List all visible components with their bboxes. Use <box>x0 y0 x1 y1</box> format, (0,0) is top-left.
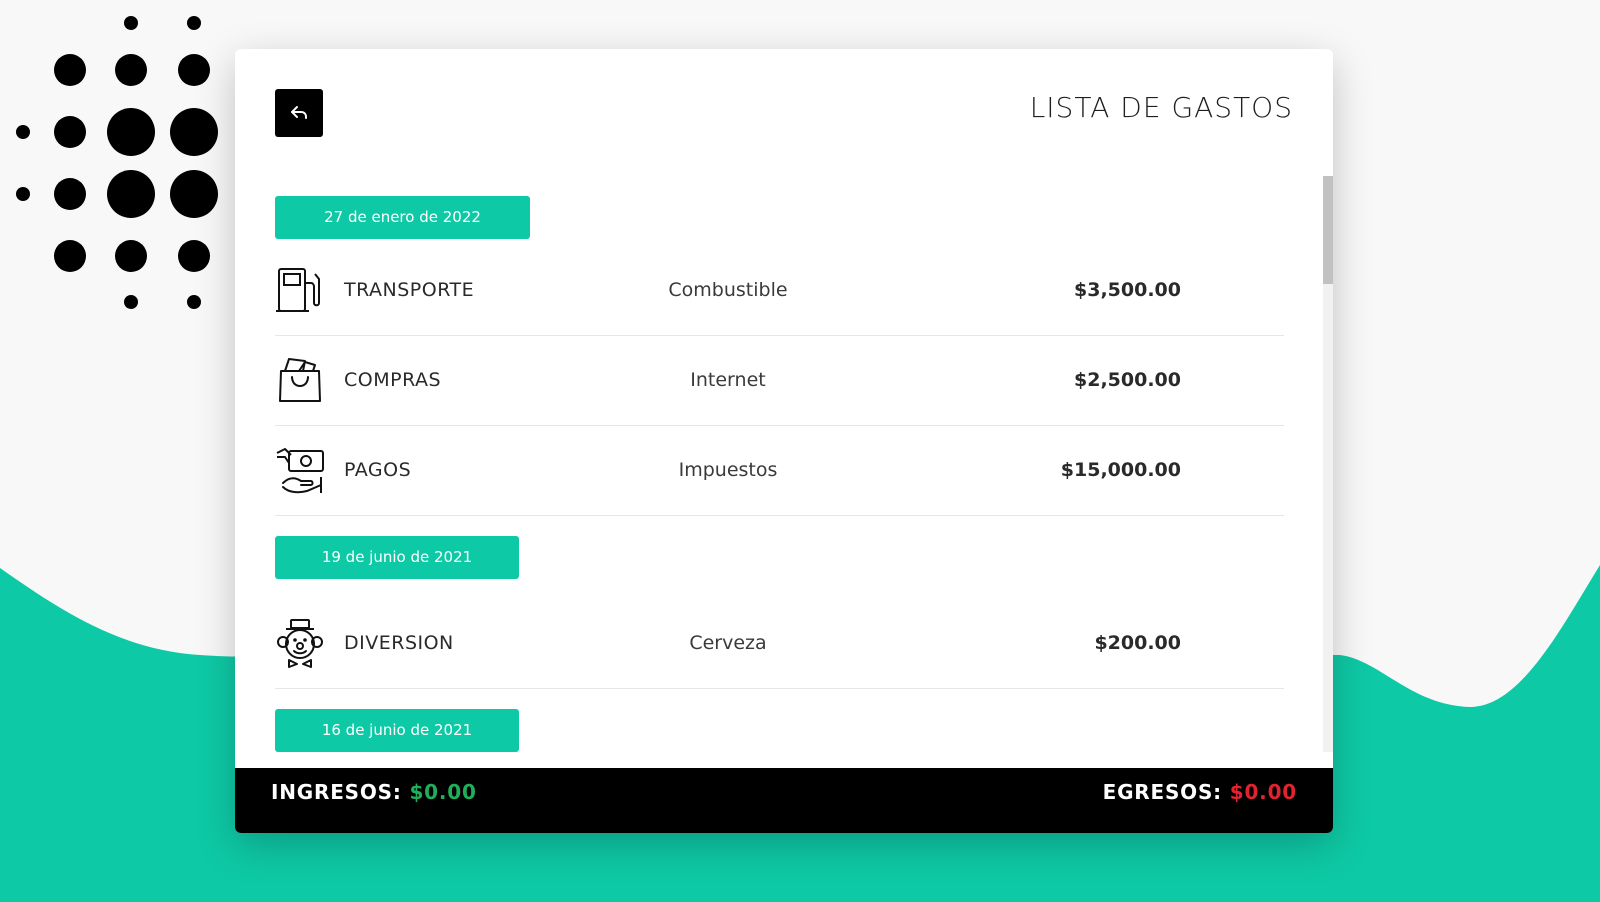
expense-category: DIVERSION <box>344 632 454 654</box>
expense-amount: $200.00 <box>1094 632 1181 654</box>
totals-footer: INGRESOS: $0.00 EGRESOS: $0.00 <box>235 768 1333 833</box>
back-button[interactable] <box>275 89 323 137</box>
expense-amount: $2,500.00 <box>1074 369 1181 391</box>
scrollbar[interactable] <box>1323 176 1333 752</box>
expense-amount: $3,500.00 <box>1074 279 1181 301</box>
scrollbar-thumb[interactable] <box>1323 176 1333 284</box>
reply-arrow-icon <box>291 106 307 119</box>
expense-label: EGRESOS: <box>1102 780 1222 804</box>
decorative-dot-pattern <box>16 16 218 309</box>
expense-value: $0.00 <box>1229 780 1297 804</box>
expense-row[interactable]: TRANSPORTE Combustible $3,500.00 <box>275 246 1284 336</box>
expense-description: Cerveza <box>689 632 767 654</box>
income-total: INGRESOS: $0.00 <box>271 768 477 817</box>
expense-category: TRANSPORTE <box>344 279 475 301</box>
date-header: 27 de enero de 2022 <box>275 196 530 239</box>
expense-category: PAGOS <box>344 459 412 481</box>
date-header: 19 de junio de 2021 <box>275 536 519 579</box>
expense-list[interactable]: 27 de enero de 2022 TRANSPORTE Combustib… <box>275 176 1323 752</box>
expense-category: COMPRAS <box>344 369 442 391</box>
expense-description: Impuestos <box>678 459 778 481</box>
shopping-bag-icon <box>279 358 321 402</box>
date-header: 16 de junio de 2021 <box>275 709 519 752</box>
expense-row[interactable]: PAGOS Impuestos $15,000.00 <box>275 426 1284 516</box>
income-label: INGRESOS: <box>271 780 402 804</box>
payment-hand-icon <box>276 448 324 494</box>
expense-row[interactable]: DIVERSION Cerveza $200.00 <box>275 599 1284 689</box>
fuel-pump-icon <box>276 268 320 312</box>
page-title: LISTA DE GASTOS <box>1029 91 1293 124</box>
expense-list-card: LISTA DE GASTOS 27 de enero de 2022 TRAN… <box>235 49 1333 833</box>
expense-total: EGRESOS: $0.00 <box>1103 768 1297 817</box>
expense-description: Combustible <box>668 279 788 301</box>
expense-description: Internet <box>690 369 766 391</box>
income-value: $0.00 <box>409 780 477 804</box>
expense-amount: $15,000.00 <box>1060 459 1181 481</box>
clown-icon <box>277 619 323 668</box>
expense-row[interactable]: COMPRAS Internet $2,500.00 <box>275 336 1284 426</box>
